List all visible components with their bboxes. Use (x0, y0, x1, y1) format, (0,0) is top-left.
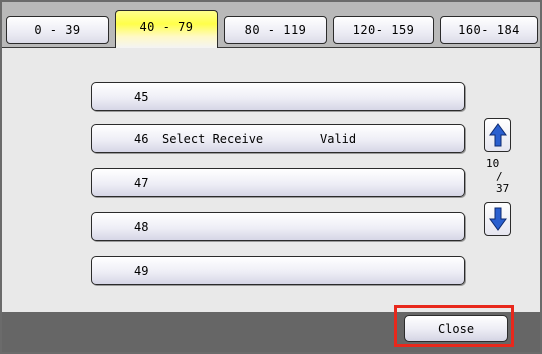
page-current: 10 (486, 157, 500, 170)
list-item[interactable]: 47 (91, 168, 465, 197)
entry-number: 48 (134, 220, 149, 234)
page-indicator: 10 / 37 (486, 158, 512, 196)
scroll-up-button[interactable] (484, 118, 511, 152)
tab-label: 0 - 39 (34, 23, 81, 37)
tab-80-119[interactable]: 80 - 119 (224, 16, 327, 44)
tab-divider (2, 47, 540, 48)
tab-bar: 0 - 39 40 - 79 80 - 119 120- 159 160- 18… (2, 2, 540, 48)
tab-label: 40 - 79 (139, 19, 194, 34)
tab-label: 120- 159 (352, 23, 415, 37)
entry-name: Select Receive (162, 132, 264, 146)
tab-120-159[interactable]: 120- 159 (333, 16, 434, 44)
tab-label: 80 - 119 (244, 23, 307, 37)
list-item[interactable]: 48 (91, 212, 465, 241)
entry-list: 45 46 Select Receive Valid 47 48 49 (2, 48, 540, 312)
scroll-down-button[interactable] (484, 202, 511, 236)
tab-0-39[interactable]: 0 - 39 (6, 16, 109, 44)
screen: 0 - 39 40 - 79 80 - 119 120- 159 160- 18… (0, 0, 542, 354)
entry-status: Valid (320, 132, 357, 146)
entry-number: 45 (134, 90, 149, 104)
close-button[interactable]: Close (404, 315, 508, 342)
page-total: 37 (496, 182, 510, 195)
entry-number: 49 (134, 264, 149, 278)
entry-number: 46 (134, 132, 149, 146)
list-item[interactable]: 46 Select Receive Valid (91, 124, 465, 153)
close-button-label: Close (437, 321, 475, 336)
tab-label: 160- 184 (458, 23, 520, 37)
entry-number: 47 (134, 176, 149, 190)
list-item[interactable]: 45 (91, 82, 465, 111)
arrow-down-icon (489, 207, 507, 231)
page-separator: / (496, 170, 503, 183)
tab-40-79[interactable]: 40 - 79 (115, 10, 218, 48)
tab-160-184[interactable]: 160- 184 (440, 16, 538, 44)
arrow-up-icon (489, 123, 507, 147)
list-item[interactable]: 49 (91, 256, 465, 285)
